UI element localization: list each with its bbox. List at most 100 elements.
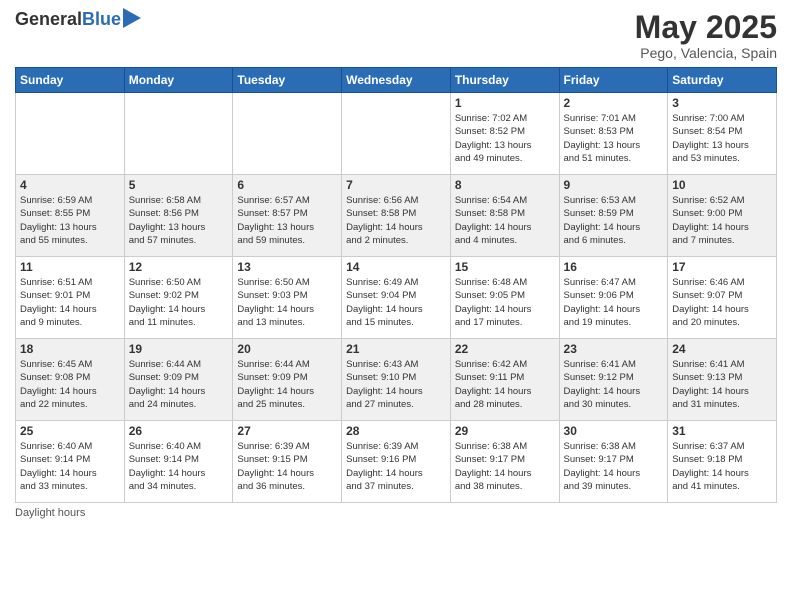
calendar-cell: 4 Sunrise: 6:59 AM Sunset: 8:55 PM Daylig… bbox=[16, 175, 125, 257]
calendar-cell: 2Sunrise: 7:01 AM Sunset: 8:53 PM Daylig… bbox=[559, 93, 668, 175]
day-info: Sunrise: 6:44 AM Sunset: 9:09 PM Dayligh… bbox=[237, 358, 337, 411]
calendar-cell: 16Sunrise: 6:47 AM Sunset: 9:06 PM Dayli… bbox=[559, 257, 668, 339]
day-number: 12 bbox=[129, 260, 229, 274]
day-info: Sunrise: 6:57 AM Sunset: 8:57 PM Dayligh… bbox=[237, 194, 337, 247]
calendar-week-row: 4 Sunrise: 6:59 AM Sunset: 8:55 PM Daylig… bbox=[16, 175, 777, 257]
day-number: 25 bbox=[20, 424, 120, 438]
calendar-cell: 6 Sunrise: 6:57 AM Sunset: 8:57 PM Daylig… bbox=[233, 175, 342, 257]
calendar-cell: 28 Sunrise: 6:39 AM Sunset: 9:16 PM Dayli… bbox=[342, 421, 451, 503]
day-number: 18 bbox=[20, 342, 120, 356]
footer: Daylight hours bbox=[15, 507, 777, 519]
title-block: May 2025 Pego, Valencia, Spain bbox=[635, 10, 777, 61]
day-number: 1 bbox=[455, 96, 555, 110]
calendar-day-header: Monday bbox=[124, 68, 233, 93]
day-number: 16 bbox=[564, 260, 664, 274]
day-number: 23 bbox=[564, 342, 664, 356]
day-number: 11 bbox=[20, 260, 120, 274]
calendar-cell: 18 Sunrise: 6:45 AM Sunset: 9:08 PM Dayli… bbox=[16, 339, 125, 421]
calendar-day-header: Thursday bbox=[450, 68, 559, 93]
day-info: Sunrise: 6:41 AM Sunset: 9:12 PM Dayligh… bbox=[564, 358, 664, 411]
calendar-cell: 23 Sunrise: 6:41 AM Sunset: 9:12 PM Dayli… bbox=[559, 339, 668, 421]
day-number: 9 bbox=[564, 178, 664, 192]
day-info: Sunrise: 6:59 AM Sunset: 8:55 PM Dayligh… bbox=[20, 194, 120, 247]
day-number: 8 bbox=[455, 178, 555, 192]
day-info: Sunrise: 6:43 AM Sunset: 9:10 PM Dayligh… bbox=[346, 358, 446, 411]
calendar-cell: 7 Sunrise: 6:56 AM Sunset: 8:58 PM Daylig… bbox=[342, 175, 451, 257]
day-number: 5 bbox=[129, 178, 229, 192]
calendar-title: May 2025 bbox=[635, 10, 777, 45]
day-info: Sunrise: 6:53 AM Sunset: 8:59 PM Dayligh… bbox=[564, 194, 664, 247]
calendar-cell: 26Sunrise: 6:40 AM Sunset: 9:14 PM Dayli… bbox=[124, 421, 233, 503]
calendar-cell: 27Sunrise: 6:39 AM Sunset: 9:15 PM Dayli… bbox=[233, 421, 342, 503]
day-number: 30 bbox=[564, 424, 664, 438]
day-info: Sunrise: 6:38 AM Sunset: 9:17 PM Dayligh… bbox=[455, 440, 555, 493]
logo: GeneralBlue bbox=[15, 10, 141, 30]
calendar-cell: 24Sunrise: 6:41 AM Sunset: 9:13 PM Dayli… bbox=[668, 339, 777, 421]
calendar-cell: 10Sunrise: 6:52 AM Sunset: 9:00 PM Dayli… bbox=[668, 175, 777, 257]
day-info: Sunrise: 6:45 AM Sunset: 9:08 PM Dayligh… bbox=[20, 358, 120, 411]
day-info: Sunrise: 6:44 AM Sunset: 9:09 PM Dayligh… bbox=[129, 358, 229, 411]
day-number: 20 bbox=[237, 342, 337, 356]
day-number: 19 bbox=[129, 342, 229, 356]
calendar-cell: 3Sunrise: 7:00 AM Sunset: 8:54 PM Daylig… bbox=[668, 93, 777, 175]
day-number: 2 bbox=[564, 96, 664, 110]
calendar-cell: 25 Sunrise: 6:40 AM Sunset: 9:14 PM Dayli… bbox=[16, 421, 125, 503]
calendar-cell: 1 Sunrise: 7:02 AM Sunset: 8:52 PM Daylig… bbox=[450, 93, 559, 175]
day-info: Sunrise: 6:50 AM Sunset: 9:03 PM Dayligh… bbox=[237, 276, 337, 329]
calendar-cell bbox=[233, 93, 342, 175]
calendar-cell: 9 Sunrise: 6:53 AM Sunset: 8:59 PM Daylig… bbox=[559, 175, 668, 257]
day-number: 27 bbox=[237, 424, 337, 438]
calendar-day-header: Friday bbox=[559, 68, 668, 93]
calendar-cell: 30 Sunrise: 6:38 AM Sunset: 9:17 PM Dayli… bbox=[559, 421, 668, 503]
day-number: 21 bbox=[346, 342, 446, 356]
calendar-cell: 31 Sunrise: 6:37 AM Sunset: 9:18 PM Dayli… bbox=[668, 421, 777, 503]
day-info: Sunrise: 6:49 AM Sunset: 9:04 PM Dayligh… bbox=[346, 276, 446, 329]
day-number: 17 bbox=[672, 260, 772, 274]
logo-icon bbox=[123, 8, 141, 30]
calendar-cell: 17 Sunrise: 6:46 AM Sunset: 9:07 PM Dayli… bbox=[668, 257, 777, 339]
day-info: Sunrise: 6:50 AM Sunset: 9:02 PM Dayligh… bbox=[129, 276, 229, 329]
calendar-table: SundayMondayTuesdayWednesdayThursdayFrid… bbox=[15, 67, 777, 503]
calendar-day-header: Sunday bbox=[16, 68, 125, 93]
day-info: Sunrise: 6:38 AM Sunset: 9:17 PM Dayligh… bbox=[564, 440, 664, 493]
day-number: 13 bbox=[237, 260, 337, 274]
day-number: 15 bbox=[455, 260, 555, 274]
day-number: 26 bbox=[129, 424, 229, 438]
day-number: 31 bbox=[672, 424, 772, 438]
calendar-cell bbox=[342, 93, 451, 175]
day-info: Sunrise: 6:56 AM Sunset: 8:58 PM Dayligh… bbox=[346, 194, 446, 247]
calendar-cell: 15 Sunrise: 6:48 AM Sunset: 9:05 PM Dayli… bbox=[450, 257, 559, 339]
day-info: Sunrise: 6:40 AM Sunset: 9:14 PM Dayligh… bbox=[20, 440, 120, 493]
day-number: 22 bbox=[455, 342, 555, 356]
calendar-week-row: 11Sunrise: 6:51 AM Sunset: 9:01 PM Dayli… bbox=[16, 257, 777, 339]
day-info: Sunrise: 6:48 AM Sunset: 9:05 PM Dayligh… bbox=[455, 276, 555, 329]
calendar-subtitle: Pego, Valencia, Spain bbox=[635, 45, 777, 61]
day-number: 3 bbox=[672, 96, 772, 110]
day-info: Sunrise: 6:37 AM Sunset: 9:18 PM Dayligh… bbox=[672, 440, 772, 493]
day-number: 4 bbox=[20, 178, 120, 192]
calendar-cell: 12 Sunrise: 6:50 AM Sunset: 9:02 PM Dayli… bbox=[124, 257, 233, 339]
calendar-cell: 29Sunrise: 6:38 AM Sunset: 9:17 PM Dayli… bbox=[450, 421, 559, 503]
calendar-week-row: 18 Sunrise: 6:45 AM Sunset: 9:08 PM Dayli… bbox=[16, 339, 777, 421]
calendar-cell bbox=[124, 93, 233, 175]
daylight-hours-label: Daylight hours bbox=[15, 507, 85, 519]
day-number: 24 bbox=[672, 342, 772, 356]
calendar-cell: 21 Sunrise: 6:43 AM Sunset: 9:10 PM Dayli… bbox=[342, 339, 451, 421]
calendar-day-header: Saturday bbox=[668, 68, 777, 93]
day-info: Sunrise: 6:46 AM Sunset: 9:07 PM Dayligh… bbox=[672, 276, 772, 329]
calendar-cell: 5 Sunrise: 6:58 AM Sunset: 8:56 PM Daylig… bbox=[124, 175, 233, 257]
calendar-cell: 13 Sunrise: 6:50 AM Sunset: 9:03 PM Dayli… bbox=[233, 257, 342, 339]
day-info: Sunrise: 6:39 AM Sunset: 9:16 PM Dayligh… bbox=[346, 440, 446, 493]
calendar-cell: 11Sunrise: 6:51 AM Sunset: 9:01 PM Dayli… bbox=[16, 257, 125, 339]
logo-blue: Blue bbox=[82, 9, 121, 29]
calendar-cell: 14Sunrise: 6:49 AM Sunset: 9:04 PM Dayli… bbox=[342, 257, 451, 339]
day-info: Sunrise: 6:58 AM Sunset: 8:56 PM Dayligh… bbox=[129, 194, 229, 247]
calendar-day-header: Tuesday bbox=[233, 68, 342, 93]
day-info: Sunrise: 6:54 AM Sunset: 8:58 PM Dayligh… bbox=[455, 194, 555, 247]
logo-general: General bbox=[15, 9, 82, 29]
day-info: Sunrise: 6:52 AM Sunset: 9:00 PM Dayligh… bbox=[672, 194, 772, 247]
day-number: 28 bbox=[346, 424, 446, 438]
day-number: 6 bbox=[237, 178, 337, 192]
day-number: 7 bbox=[346, 178, 446, 192]
day-info: Sunrise: 7:02 AM Sunset: 8:52 PM Dayligh… bbox=[455, 112, 555, 165]
